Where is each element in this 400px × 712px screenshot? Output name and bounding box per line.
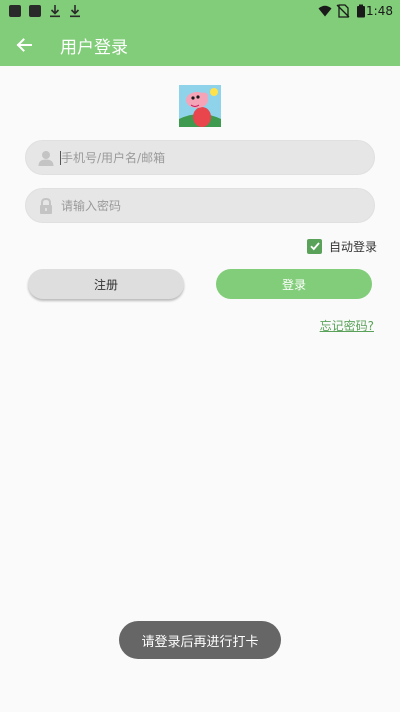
login-button[interactable]: 登录 bbox=[216, 269, 372, 299]
download-icon bbox=[70, 5, 80, 18]
app-notification-icon bbox=[29, 5, 41, 17]
avatar bbox=[179, 85, 221, 127]
forgot-password-link[interactable]: 忘记密码? bbox=[320, 317, 374, 334]
app-bar: 用户登录 bbox=[0, 24, 400, 66]
password-field[interactable] bbox=[25, 188, 375, 223]
auto-login-label: 自动登录 bbox=[329, 239, 378, 254]
username-input[interactable] bbox=[61, 141, 361, 174]
password-input[interactable] bbox=[61, 189, 361, 222]
checkmark-icon bbox=[309, 242, 320, 251]
username-field[interactable] bbox=[25, 140, 375, 175]
user-icon bbox=[38, 151, 54, 166]
toast-message: 请登录后再进行打卡 bbox=[119, 621, 281, 659]
page-title: 用户登录 bbox=[60, 38, 128, 58]
status-bar: 1:48 bbox=[0, 0, 400, 24]
wifi-icon bbox=[318, 5, 332, 17]
arrow-left-icon[interactable] bbox=[12, 32, 38, 58]
auto-login-option[interactable]: 自动登录 bbox=[307, 237, 377, 255]
app-notification-icon bbox=[9, 5, 21, 17]
download-icon bbox=[50, 5, 60, 18]
register-button[interactable]: 注册 bbox=[28, 269, 184, 299]
avatar-image bbox=[179, 85, 221, 127]
auto-login-checkbox[interactable] bbox=[307, 238, 322, 254]
no-sim-icon bbox=[336, 4, 350, 18]
status-time: 1:48 bbox=[366, 4, 393, 18]
lock-icon bbox=[40, 197, 52, 214]
